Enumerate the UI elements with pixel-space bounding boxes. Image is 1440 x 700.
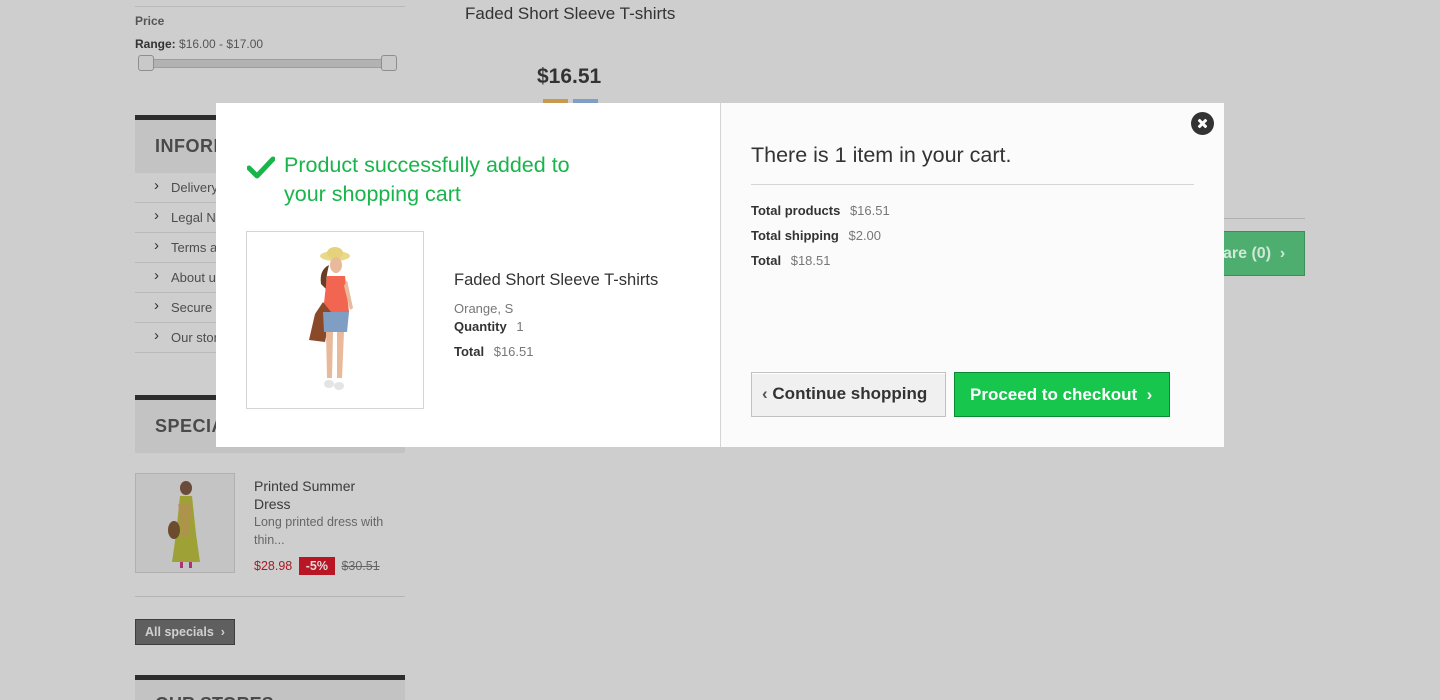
total-products: Total products $16.51 xyxy=(751,203,890,218)
old-price: $30.51 xyxy=(341,559,380,573)
product-title[interactable]: Faded Short Sleeve T-shirts xyxy=(465,4,675,24)
divider xyxy=(135,596,405,597)
add-to-cart-modal: Product successfully added to your shopp… xyxy=(216,103,1224,447)
total-products-value: $16.51 xyxy=(849,203,890,218)
special-product-prices: $28.98 -5% $30.51 xyxy=(254,557,380,575)
total-products-label: Total products xyxy=(751,203,841,218)
price-filter: Price Range: $16.00 - $17.00 xyxy=(135,6,405,51)
price-slider-max-handle[interactable] xyxy=(381,55,397,71)
all-specials-button[interactable]: All specials › xyxy=(135,619,235,645)
cart-total-label: Total xyxy=(751,253,782,268)
price-slider-track xyxy=(143,59,395,68)
cart-product-name: Faded Short Sleeve T-shirts xyxy=(454,271,659,289)
success-message-text: Product successfully added to your shopp… xyxy=(284,153,570,206)
quantity-value: 1 xyxy=(516,319,524,334)
cart-summary-panel: There is 1 item in your cart. Total prod… xyxy=(721,103,1224,447)
checkmark-icon xyxy=(247,156,275,179)
total-shipping: Total shipping $2.00 xyxy=(751,228,881,243)
price-slider-min-handle[interactable] xyxy=(138,55,154,71)
divider xyxy=(1218,218,1305,219)
price-slider[interactable] xyxy=(138,55,400,71)
total-shipping-label: Total shipping xyxy=(751,228,839,243)
cart-total: Total $18.51 xyxy=(751,253,830,268)
cart-product-total: Total $16.51 xyxy=(454,344,533,359)
chevron-left-icon: ‹ xyxy=(762,384,768,403)
quantity-label: Quantity xyxy=(454,319,507,334)
chevron-right-icon: › xyxy=(217,625,225,639)
special-price: $28.98 xyxy=(254,559,293,573)
total-shipping-value: $2.00 xyxy=(848,228,882,243)
product-total-value: $16.51 xyxy=(493,344,534,359)
price-range: Range: $16.00 - $17.00 xyxy=(135,37,405,51)
special-product-description: Long printed dress with thin... xyxy=(254,515,384,547)
product-total-label: Total xyxy=(454,344,485,359)
price-range-label: Range: xyxy=(135,37,176,51)
close-icon[interactable] xyxy=(1191,112,1214,135)
success-message: Product successfully added to your shopp… xyxy=(247,151,614,209)
product-image xyxy=(246,231,424,409)
price-filter-title: Price xyxy=(135,14,165,28)
discount-badge: -5% xyxy=(298,557,335,575)
product-price: $16.51 xyxy=(537,65,602,88)
special-product-image[interactable] xyxy=(135,473,235,573)
continue-shopping-button[interactable]: ‹ Continue shopping xyxy=(751,372,946,417)
compare-button[interactable]: are (0) › xyxy=(1210,231,1305,276)
price-range-value: $16.00 - $17.00 xyxy=(179,37,264,51)
special-product-name[interactable]: Printed Summer Dress xyxy=(254,477,394,513)
stores-heading: OUR STORES xyxy=(135,675,405,700)
divider xyxy=(751,184,1194,185)
proceed-to-checkout-button[interactable]: Proceed to checkout › xyxy=(954,372,1170,417)
cart-product-quantity: Quantity 1 xyxy=(454,319,524,334)
cart-total-value: $18.51 xyxy=(790,253,831,268)
added-product-panel: Product successfully added to your shopp… xyxy=(216,103,721,447)
cart-summary-title: There is 1 item in your cart. xyxy=(751,143,1012,167)
chevron-right-icon: › xyxy=(1275,245,1286,262)
cart-product-attributes: Orange, S xyxy=(454,301,514,316)
chevron-right-icon: › xyxy=(1141,385,1153,404)
